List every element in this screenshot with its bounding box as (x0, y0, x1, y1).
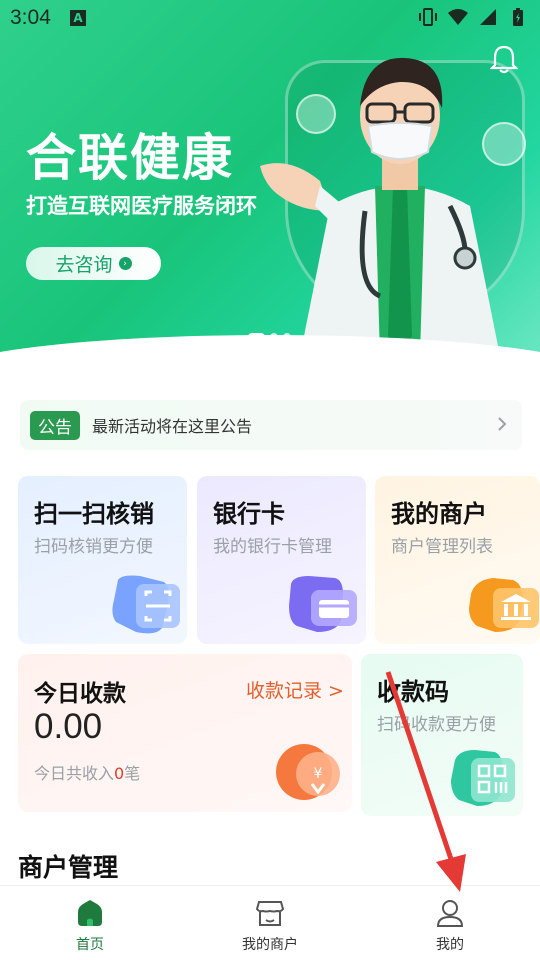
scan-verify-card[interactable]: 扫一扫核销 扫码核销更方便 (18, 476, 187, 644)
home-icon (78, 900, 102, 926)
yuan-receive-icon: ¥ (276, 744, 340, 800)
income-records-link[interactable]: 收款记录 > (246, 676, 344, 703)
status-time: 3:04 (10, 6, 51, 29)
card-subtitle: 商户管理列表 (391, 537, 493, 557)
card-subtitle: 我的银行卡管理 (213, 537, 332, 557)
carousel-dot[interactable] (283, 333, 291, 341)
notification-a-icon: A (70, 10, 86, 26)
user-icon (436, 900, 464, 927)
nav-label: 我的商户 (242, 937, 298, 953)
consult-button-label: 去咨询 (55, 254, 113, 276)
merchant-management-title: 商户管理 (18, 853, 119, 882)
svg-text:¥: ¥ (314, 766, 323, 782)
carousel-dot[interactable] (248, 333, 265, 341)
consult-button[interactable]: 去咨询 › (26, 247, 161, 280)
card-title: 我的商户 (391, 500, 487, 528)
card-title: 银行卡 (213, 500, 285, 528)
nav-label: 我的 (436, 937, 464, 953)
nav-my-merchant[interactable]: 我的商户 (180, 886, 360, 960)
nav-home[interactable]: 首页 (0, 886, 180, 960)
my-merchant-card[interactable]: 我的商户 商户管理列表 (375, 476, 540, 644)
wifi-icon (448, 9, 468, 25)
today-income-card[interactable]: 今日收款 收款记录 > 0.00 今日共收入0笔 ¥ (18, 654, 352, 812)
chevron-right-icon: › (118, 257, 132, 270)
today-income-amount: 0.00 (34, 707, 103, 746)
doctor-illustration (260, 57, 500, 356)
today-income-total: 今日共收入0笔 (34, 764, 141, 783)
hero-subtitle: 打造互联网医疗服务闭环 (26, 194, 257, 218)
store-icon (255, 901, 285, 926)
card-subtitle: 扫码核销更方便 (34, 537, 153, 557)
notice-text: 最新活动将在这里公告 (92, 417, 253, 436)
hero-banner[interactable]: 3:04 A 合联健康 打造互联网医疗服务闭环 去咨询 › (0, 0, 540, 370)
today-income-title: 今日收款 (34, 681, 126, 707)
status-bar: 3:04 A (0, 0, 540, 36)
today-income-count: 0 (114, 764, 125, 783)
bank-card-card[interactable]: 银行卡 我的银行卡管理 (197, 476, 366, 644)
hero-title: 合联健康 (26, 130, 234, 186)
chevron-right-icon (498, 417, 507, 431)
red-arrow-annotation (385, 671, 466, 892)
scan-icon (112, 575, 180, 634)
vibrate-icon (419, 8, 437, 26)
carousel-dots (248, 333, 291, 341)
notice-tag: 公告 (30, 410, 80, 440)
bank-card-icon (289, 576, 357, 632)
card-title: 扫一扫核销 (34, 500, 154, 528)
battery-icon (513, 8, 523, 26)
bank-building-icon (469, 578, 539, 632)
notice-bar[interactable]: 公告 最新活动将在这里公告 (20, 400, 522, 450)
signal-icon (480, 9, 496, 25)
bell-icon[interactable] (490, 44, 518, 74)
status-icons (418, 7, 528, 27)
nav-label: 首页 (76, 937, 104, 953)
carousel-dot[interactable] (270, 333, 278, 341)
